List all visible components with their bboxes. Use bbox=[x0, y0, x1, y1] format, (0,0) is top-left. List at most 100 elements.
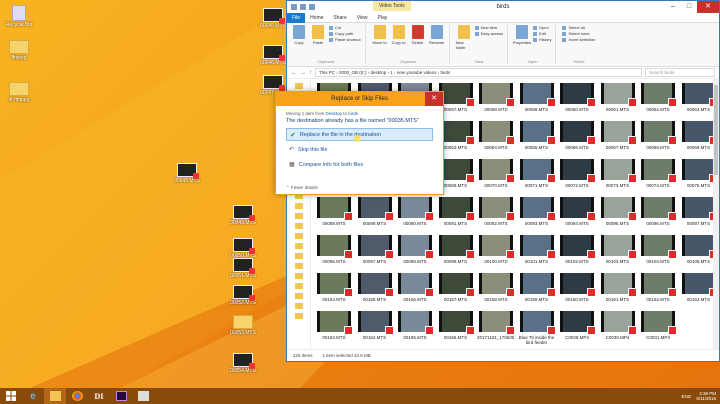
minimize-button[interactable]: – bbox=[665, 1, 681, 13]
file-item[interactable]: 00091.MTS bbox=[437, 197, 475, 232]
nav-folder-item[interactable] bbox=[287, 311, 310, 321]
file-item[interactable]: 00088.MTS bbox=[315, 197, 353, 232]
file-item[interactable]: 00059.MTS bbox=[518, 83, 556, 118]
properties-button[interactable]: Properties bbox=[513, 25, 531, 45]
nav-folder-item[interactable] bbox=[287, 221, 310, 231]
file-item[interactable]: 00062.MTS bbox=[639, 83, 677, 118]
taskbar-chrome[interactable] bbox=[66, 388, 88, 404]
dialog-close-button[interactable]: ✕ bbox=[425, 92, 443, 106]
file-item[interactable]: 00156.MTS bbox=[396, 273, 434, 308]
up-arrow-icon[interactable]: ↑ bbox=[309, 70, 312, 76]
tab-home[interactable]: Home bbox=[305, 13, 328, 23]
file-item[interactable]: 00074.MTS bbox=[639, 159, 677, 194]
move-to-button[interactable]: Move to bbox=[372, 25, 388, 45]
destination-link[interactable]: birds bbox=[348, 111, 358, 116]
file-item[interactable]: 00099.MTS bbox=[437, 235, 475, 270]
nav-folder-item[interactable] bbox=[287, 291, 310, 301]
file-item[interactable]: 00093.MTS bbox=[518, 197, 556, 232]
tab-file[interactable]: File bbox=[287, 12, 306, 23]
tab-share[interactable]: Share bbox=[328, 13, 351, 23]
file-item[interactable]: 00100.MTS bbox=[477, 235, 515, 270]
file-item[interactable]: 00097.MTS bbox=[680, 197, 718, 232]
file-item[interactable]: Blue Tit inside the bird feeder bbox=[518, 311, 556, 346]
nav-folder-item[interactable] bbox=[287, 261, 310, 271]
taskbar-ie[interactable]: e bbox=[22, 388, 44, 404]
file-item[interactable]: 00163.MTS bbox=[680, 273, 718, 308]
close-button[interactable]: ✕ bbox=[697, 1, 719, 13]
taskbar-di[interactable]: DI bbox=[88, 388, 110, 404]
desktop-icon-recycle-bin[interactable]: Recycle Bin bbox=[2, 5, 36, 28]
file-item[interactable]: 00166.MTS bbox=[437, 311, 475, 346]
file-item[interactable]: 00154.MTS bbox=[315, 273, 353, 308]
file-item[interactable]: 00060.MTS bbox=[558, 83, 596, 118]
file-item[interactable]: 00058.MTS bbox=[477, 83, 515, 118]
fewer-details-toggle[interactable]: ⌃ Fewer details bbox=[286, 185, 318, 191]
file-item[interactable]: 00160.MTS bbox=[558, 273, 596, 308]
file-item[interactable]: 00075.MTS bbox=[680, 159, 718, 194]
file-item[interactable]: 00165.MTS bbox=[396, 311, 434, 346]
desktop-icon-video[interactable]: 00046.MTS bbox=[256, 45, 290, 66]
copy-button[interactable]: Copy bbox=[291, 25, 307, 45]
desktop-icon-video[interactable]: 00054.MTS bbox=[226, 353, 260, 374]
copy-to-button[interactable]: Copy to bbox=[391, 25, 407, 45]
file-item[interactable]: 00164.MTS bbox=[356, 311, 394, 346]
file-item[interactable]: 00070.MTS bbox=[477, 159, 515, 194]
file-item[interactable]: 00101.MTS bbox=[518, 235, 556, 270]
maximize-button[interactable]: □ bbox=[681, 1, 697, 13]
vertical-scrollbar[interactable] bbox=[713, 79, 719, 349]
taskbar-file-explorer[interactable] bbox=[44, 388, 66, 404]
nav-folder-item[interactable] bbox=[287, 241, 310, 251]
file-item[interactable]: 00158.MTS bbox=[477, 273, 515, 308]
file-item[interactable]: 00066.MTS bbox=[558, 121, 596, 156]
file-item[interactable]: 00105.MTS bbox=[680, 235, 718, 270]
scroll-thumb[interactable] bbox=[714, 85, 718, 175]
file-item[interactable]: 00061.MTS bbox=[599, 83, 637, 118]
file-item[interactable]: 00102.MTS bbox=[558, 235, 596, 270]
invert-selection-button[interactable]: Invert selection bbox=[562, 37, 595, 43]
file-item[interactable]: C0029.MP4 bbox=[558, 311, 596, 346]
file-item[interactable]: 00071.MTS bbox=[518, 159, 556, 194]
tab-play[interactable]: Play bbox=[373, 13, 393, 23]
compare-option[interactable]: ▦ Compare info for both files bbox=[286, 158, 433, 171]
taskbar-premiere[interactable] bbox=[110, 388, 132, 404]
nav-folder-item[interactable] bbox=[287, 271, 310, 281]
file-item[interactable]: C0031.MP4 bbox=[639, 311, 677, 346]
file-item[interactable]: 00092.MTS bbox=[477, 197, 515, 232]
nav-folder-item[interactable] bbox=[287, 301, 310, 311]
desktop-icon-app[interactable]: dl-ffmpeg bbox=[2, 82, 36, 103]
desktop-icon-video[interactable]: 00045.MTS bbox=[256, 8, 290, 29]
delete-button[interactable]: Delete bbox=[410, 25, 426, 45]
file-item[interactable]: 00069.MTS bbox=[680, 121, 718, 156]
taskbar-save[interactable] bbox=[132, 388, 154, 404]
forward-arrow-icon[interactable]: → bbox=[300, 70, 306, 76]
file-item[interactable]: 00161.MTS bbox=[599, 273, 637, 308]
desktop-icon-video[interactable]: 00051.MTS bbox=[226, 258, 260, 279]
file-item[interactable]: 00162.MTS bbox=[639, 273, 677, 308]
tab-view[interactable]: View bbox=[352, 13, 373, 23]
file-item[interactable]: 00067.MTS bbox=[599, 121, 637, 156]
desktop-icon-video[interactable]: 00049.MTS bbox=[226, 205, 260, 226]
address-bar[interactable]: This PC › 2000_GB (E:) › desktop › 1 › n… bbox=[315, 68, 642, 77]
file-item[interactable]: 00096.MTS bbox=[639, 197, 677, 232]
file-item[interactable]: 00096.MTS bbox=[315, 235, 353, 270]
desktop-icon-video[interactable]: 00052.MTS bbox=[226, 285, 260, 306]
file-item[interactable]: 00072.MTS bbox=[558, 159, 596, 194]
file-item[interactable]: 00163.MTS bbox=[315, 311, 353, 346]
file-item[interactable]: 00089.MTS bbox=[356, 197, 394, 232]
paste-shortcut-button[interactable]: Paste shortcut bbox=[329, 37, 361, 43]
file-item[interactable]: 00065.MTS bbox=[518, 121, 556, 156]
file-item[interactable]: 00098.MTS bbox=[396, 235, 434, 270]
desktop-icon-video[interactable]: 00050.MTS bbox=[226, 238, 260, 259]
file-item[interactable]: 00159.MTS bbox=[518, 273, 556, 308]
nav-folder-item[interactable] bbox=[287, 211, 310, 221]
file-item[interactable]: 00073.MTS bbox=[599, 159, 637, 194]
back-arrow-icon[interactable]: ← bbox=[291, 70, 297, 76]
history-button[interactable]: History bbox=[533, 37, 551, 43]
file-item[interactable]: 00097.MTS bbox=[356, 235, 394, 270]
file-item[interactable]: 20171104_170630.mp4 bbox=[477, 311, 515, 346]
easy-access-button[interactable]: Easy access bbox=[474, 31, 503, 37]
file-item[interactable]: 00094.MTS bbox=[558, 197, 596, 232]
file-item[interactable]: 00155.MTS bbox=[356, 273, 394, 308]
file-item[interactable]: 00064.MTS bbox=[477, 121, 515, 156]
desktop-icon-folder[interactable]: ffmpeg bbox=[2, 40, 36, 61]
